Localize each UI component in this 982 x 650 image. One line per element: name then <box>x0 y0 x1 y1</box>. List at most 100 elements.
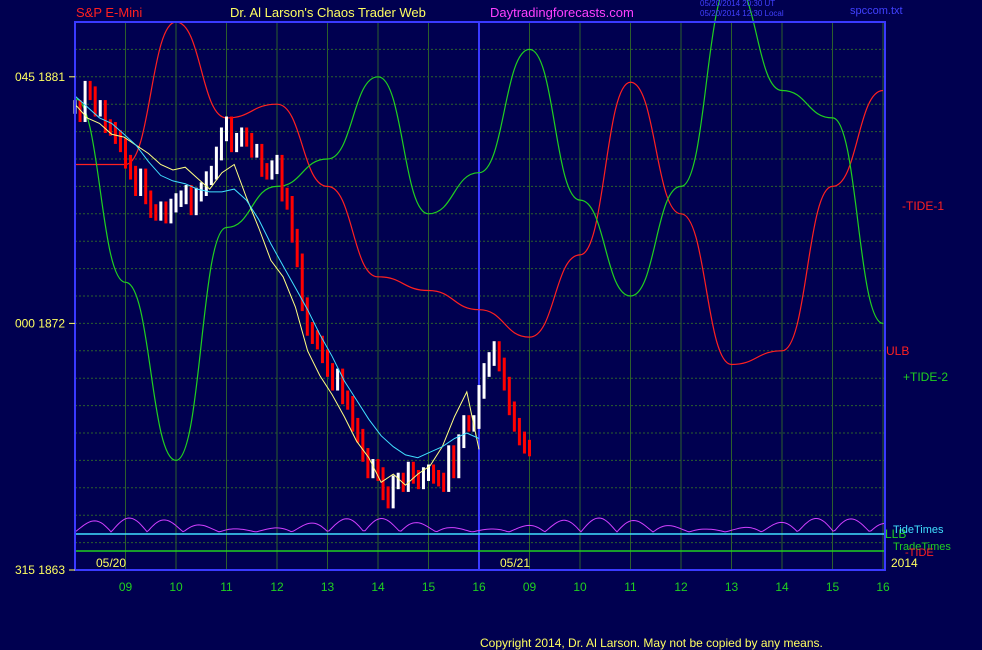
price-bar <box>351 396 355 432</box>
price-bar <box>457 434 461 479</box>
price-bar <box>411 461 415 484</box>
price-bar <box>528 439 531 457</box>
price-bar <box>386 486 390 509</box>
price-bar <box>194 187 198 216</box>
price-bar <box>265 163 269 180</box>
x-tick-label: 09 <box>523 580 537 594</box>
price-bar <box>356 417 360 443</box>
price-bar <box>199 182 203 202</box>
price-bar <box>270 160 274 180</box>
date-label-0520: 05/20 <box>96 556 127 570</box>
price-bar <box>315 330 319 350</box>
site-url-link[interactable]: Daytradingforecasts.com <box>490 6 634 19</box>
price-bar <box>189 185 193 216</box>
y-tick-label: 000 1872 <box>15 316 65 330</box>
tide-plus-label: +TIDE-2 <box>903 370 949 384</box>
price-bar <box>290 195 294 243</box>
price-bar <box>255 143 259 158</box>
price-bar <box>477 385 481 429</box>
chart-background <box>0 0 982 650</box>
price-bar <box>381 467 385 501</box>
x-tick-label: 13 <box>321 580 335 594</box>
price-bar <box>341 368 345 405</box>
price-bar <box>118 130 122 153</box>
price-bar <box>235 132 239 153</box>
price-bar <box>285 187 289 210</box>
price-bar <box>88 80 92 101</box>
price-bar <box>310 322 314 344</box>
price-bar <box>179 190 183 207</box>
x-tick-label: 14 <box>371 580 385 594</box>
site-title: Dr. Al Larson's Chaos Trader Web <box>230 5 426 20</box>
price-bar <box>507 376 511 416</box>
price-bar <box>164 201 168 224</box>
price-bar <box>159 201 163 221</box>
x-tick-label: 13 <box>725 580 739 594</box>
price-bar <box>452 445 456 479</box>
copyright: Copyright 2014, Dr. Al Larson. May not b… <box>480 636 823 650</box>
x-tick-label: 15 <box>826 580 840 594</box>
price-bar <box>447 445 451 492</box>
price-bar <box>129 154 133 180</box>
price-bar <box>204 171 208 196</box>
price-bar <box>522 431 526 454</box>
price-bar <box>462 415 466 449</box>
price-bar <box>149 190 153 218</box>
price-bar <box>482 363 486 399</box>
price-bar <box>240 127 244 147</box>
price-bar <box>326 349 329 377</box>
price-bar <box>169 198 173 224</box>
price-bar <box>230 116 234 153</box>
price-bar <box>346 390 350 410</box>
price-bar <box>93 86 97 117</box>
x-tick-label: 15 <box>422 580 436 594</box>
price-bar <box>154 204 158 221</box>
price-bar <box>139 168 143 196</box>
price-bar <box>174 193 178 213</box>
x-tick-label: 11 <box>220 580 233 594</box>
price-bar <box>260 143 264 177</box>
price-bar <box>225 116 228 142</box>
price-bar <box>219 127 223 161</box>
price-bar <box>250 132 254 158</box>
price-bar <box>512 401 516 432</box>
tide-minus-label: -TIDE-1 <box>902 199 944 213</box>
x-tick-label: 11 <box>624 580 637 594</box>
price-bar <box>361 428 365 462</box>
price-bar <box>144 168 148 205</box>
y-tick-label: 315 1863 <box>15 563 65 577</box>
price-bar <box>209 165 213 186</box>
x-tick-label: 16 <box>876 580 890 594</box>
price-bar <box>134 165 138 196</box>
x-tick-label: 10 <box>169 580 183 594</box>
price-bar <box>467 415 471 432</box>
x-tick-label: 12 <box>674 580 688 594</box>
tide-times-label: TideTimes <box>893 524 944 536</box>
price-bar <box>214 146 218 180</box>
x-tick-label: 10 <box>573 580 587 594</box>
price-bar <box>502 357 506 391</box>
price-bar <box>245 127 249 147</box>
price-bar <box>331 363 335 391</box>
price-bar <box>442 472 446 492</box>
price-bar <box>517 417 521 446</box>
x-tick-label: 09 <box>119 580 133 594</box>
price-bar <box>275 154 279 175</box>
date-label-0521: 05/21 <box>500 556 531 570</box>
timestamp-ut: 05/20/2014 20:30 UT <box>700 0 776 8</box>
x-tick-label: 16 <box>472 580 486 594</box>
price-bar <box>295 228 299 268</box>
price-bar <box>396 472 400 490</box>
instrument-title: S&P E-Mini <box>76 5 143 20</box>
price-bar <box>437 469 441 487</box>
price-bar <box>391 475 395 509</box>
price-bar <box>305 297 309 336</box>
file-name: spccom.txt <box>850 5 903 17</box>
price-bar <box>432 464 436 484</box>
price-bar <box>406 461 410 492</box>
price-bar <box>497 341 501 372</box>
price-bar <box>366 448 370 479</box>
price-bar <box>336 368 340 391</box>
grid-lines <box>75 21 885 571</box>
price-bar <box>98 100 102 117</box>
